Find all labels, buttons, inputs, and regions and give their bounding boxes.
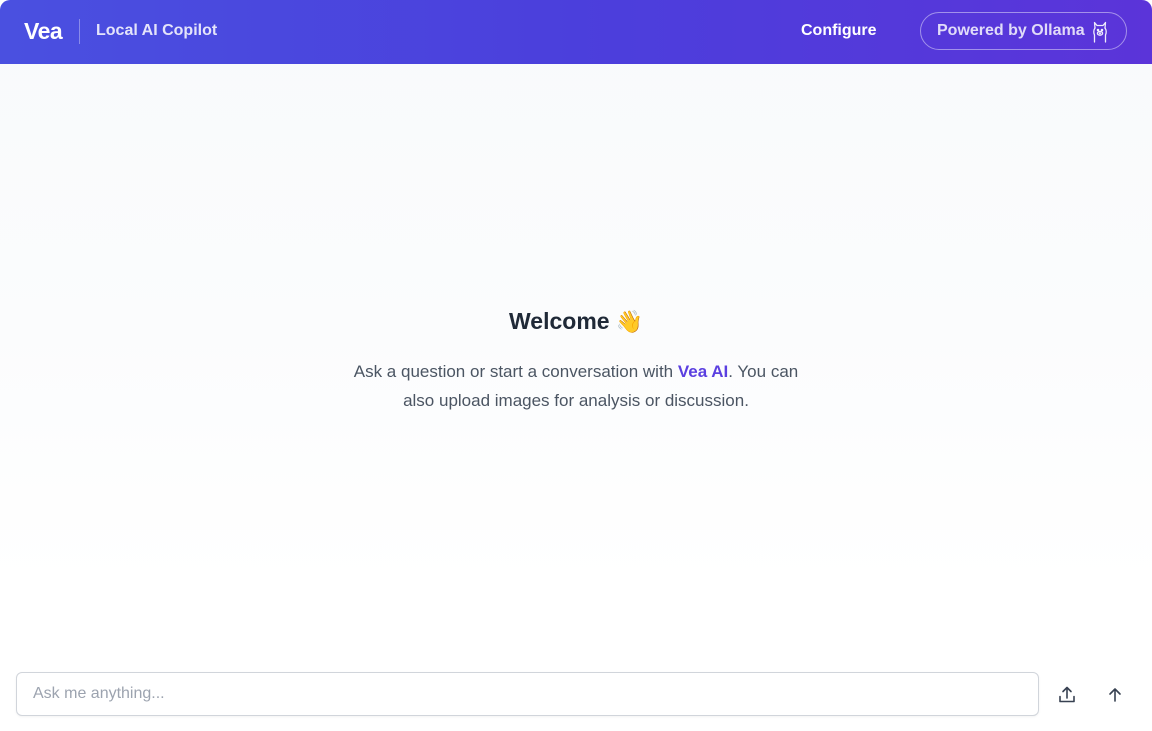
welcome-section: Welcome 👋 — [0, 308, 1152, 335]
header-divider — [79, 19, 80, 44]
welcome-heading: Welcome 👋 — [509, 308, 643, 335]
welcome-description: Ask a question or start a conversation w… — [350, 357, 802, 415]
app-window: Vea Local AI Copilot Configure Powered b… — [0, 0, 1152, 731]
arrow-up-icon — [1109, 688, 1121, 702]
send-button[interactable] — [1104, 684, 1126, 706]
powered-by-label: Powered by Ollama — [937, 22, 1085, 39]
upload-button[interactable] — [1056, 684, 1078, 706]
welcome-title: Welcome — [509, 308, 610, 334]
powered-by-ollama-button[interactable]: Powered by Ollama — [920, 12, 1127, 50]
configure-button[interactable]: Configure — [801, 22, 877, 40]
chat-input-box — [16, 672, 1039, 716]
welcome-text-before: Ask a question or start a conversation w… — [353, 362, 678, 381]
top-header: Vea Local AI Copilot Configure Powered b… — [0, 0, 1152, 64]
app-subtitle: Local AI Copilot — [96, 22, 218, 39]
waving-hand-icon: 👋 — [615, 308, 643, 334]
chat-input[interactable] — [17, 673, 1038, 715]
upload-icon — [1059, 686, 1075, 703]
brand-name: Vea AI — [677, 362, 729, 381]
app-logo[interactable]: Vea — [24, 18, 63, 45]
llama-icon — [1093, 21, 1107, 43]
